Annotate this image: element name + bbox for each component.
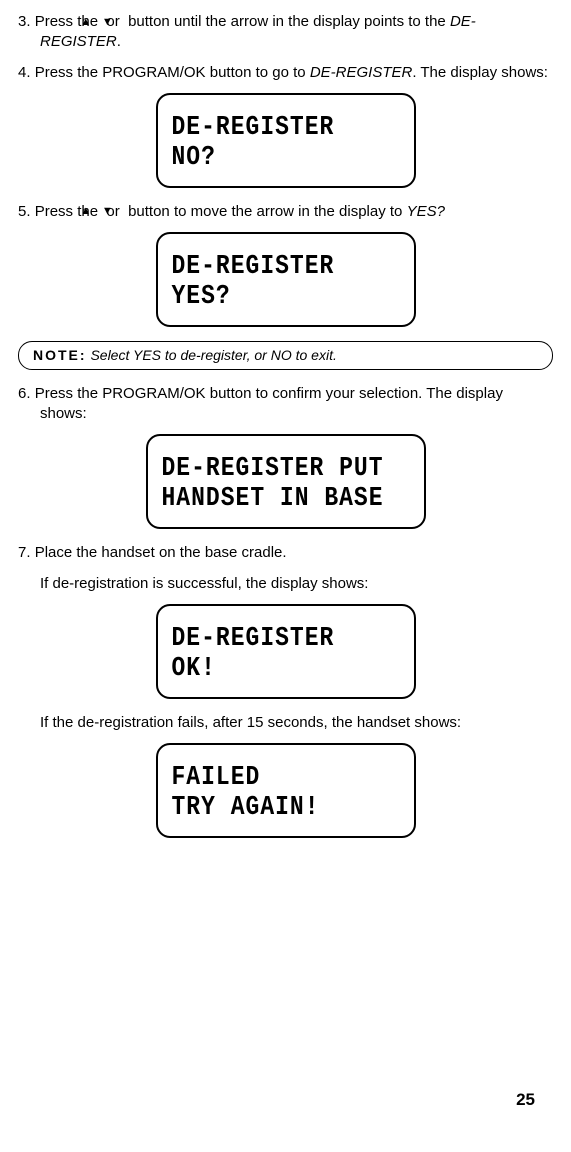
lcd-screen-2: DE-REGISTER YES? — [156, 232, 416, 327]
step-5: 5. Press the ▲ or ▼ button to move the a… — [18, 202, 553, 222]
step-4: 4. Press the PROGRAM/OK button to go to … — [18, 63, 553, 83]
step-5-before: Press the — [35, 203, 103, 220]
step-7-number: 7. — [18, 544, 31, 561]
step-4-number: 4. — [18, 64, 31, 81]
lcd-screen-3: DE-REGISTER PUT HANDSET IN BASE — [146, 434, 426, 529]
lcd-screen-1: DE-REGISTER NO? — [156, 93, 416, 188]
step-3-text: Press the ▲ or ▼ button until the arrow … — [35, 13, 476, 50]
lcd-text-1: DE-REGISTER NO? — [172, 112, 400, 173]
step-3-end: . — [117, 33, 121, 50]
step-5-target: YES? — [407, 203, 445, 220]
lcd-screen-4: DE-REGISTER OK! — [156, 604, 416, 699]
step-7: 7. Place the handset on the base cradle. — [18, 543, 553, 563]
body-line-2: If the de-registration fails, after 15 s… — [40, 713, 553, 733]
note-text: Select YES to de-register, or NO to exit… — [87, 347, 337, 363]
step-4-text: Press the PROGRAM/OK button to go to DE-… — [35, 64, 548, 81]
note-box: NOTE: Select YES to de-register, or NO t… — [18, 341, 553, 370]
lcd-text-3: DE-REGISTER PUT HANDSET IN BASE — [162, 453, 410, 514]
step-3-number: 3. — [18, 13, 31, 30]
step-4-target: DE-REGISTER — [310, 64, 413, 81]
step-4-after: . The display shows: — [412, 64, 548, 81]
step-7-text: Place the handset on the base cradle. — [35, 544, 287, 561]
body-line-1: If de-registration is successful, the di… — [40, 574, 553, 594]
step-3-after: button until the arrow in the display po… — [124, 13, 450, 30]
step-3: 3. Press the ▲ or ▼ button until the arr… — [18, 12, 553, 53]
step-5-after: button to move the arrow in the display … — [124, 203, 407, 220]
step-3-before: Press the — [35, 13, 103, 30]
lcd-text-5: FAILED TRY AGAIN! — [172, 762, 400, 823]
lcd-screen-5: FAILED TRY AGAIN! — [156, 743, 416, 838]
step-6-number: 6. — [18, 385, 31, 402]
lcd-text-2: DE-REGISTER YES? — [172, 251, 400, 312]
note-label: NOTE: — [33, 347, 87, 363]
step-4-before: Press the PROGRAM/OK button to go to — [35, 64, 310, 81]
page-number: 25 — [516, 1089, 535, 1112]
step-5-text: Press the ▲ or ▼ button to move the arro… — [35, 203, 445, 220]
lcd-text-4: DE-REGISTER OK! — [172, 623, 400, 684]
step-6-text: Press the PROGRAM/OK button to confirm y… — [35, 385, 503, 422]
step-5-number: 5. — [18, 203, 31, 220]
step-6: 6. Press the PROGRAM/OK button to confir… — [18, 384, 553, 425]
